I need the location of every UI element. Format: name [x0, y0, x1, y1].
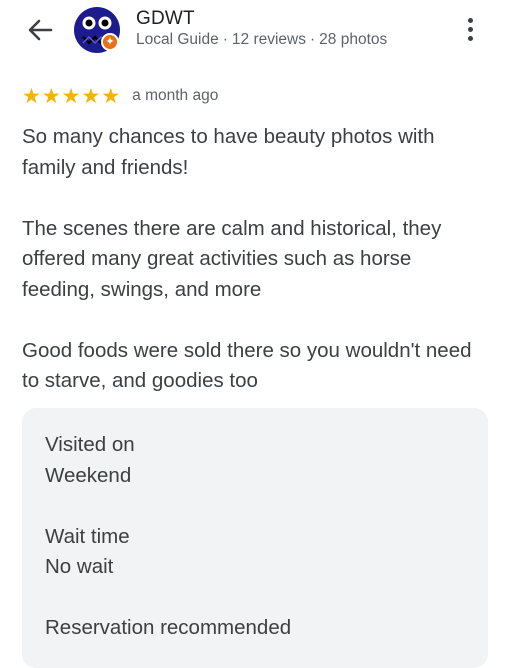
- star-icon: ★: [22, 84, 41, 108]
- review-rating: ★ ★ ★ ★ ★ a month ago: [22, 84, 218, 108]
- visited-on-label: Visited on: [45, 433, 135, 456]
- review-body: So many chances to have beauty photos wi…: [22, 122, 488, 427]
- star-icon: ★: [81, 84, 101, 108]
- review-paragraph: So many chances to have beauty photos wi…: [22, 125, 435, 179]
- review-paragraph: The scenes there are calm and historical…: [22, 216, 442, 301]
- visit-details-card: Visited on Weekend Wait time No wait Res…: [22, 408, 488, 668]
- reservation-label: Reservation recommended: [45, 616, 292, 639]
- star-icon: ★: [101, 84, 121, 108]
- photos-count: 28 photos: [319, 31, 388, 48]
- wait-time-label: Wait time: [45, 525, 130, 548]
- wait-time-value: No wait: [45, 555, 114, 578]
- local-guide-label: Local Guide: [136, 31, 219, 48]
- local-guide-badge-icon: ✦: [101, 33, 119, 51]
- review-time: a month ago: [132, 87, 219, 104]
- user-meta: Local Guide · 12 reviews · 28 photos: [136, 31, 387, 49]
- meta-separator: ·: [222, 31, 228, 48]
- star-icon: ★: [41, 84, 61, 108]
- meta-separator: ·: [310, 31, 316, 48]
- user-name[interactable]: GDWT: [136, 8, 195, 30]
- more-vertical-icon: [467, 17, 473, 23]
- star-rating: ★ ★ ★ ★ ★: [22, 86, 120, 107]
- back-button[interactable]: [22, 14, 58, 46]
- arrow-left-icon: [28, 19, 53, 41]
- star-icon: ★: [61, 84, 81, 108]
- review-header: ✦ GDWT Local Guide · 12 reviews · 28 photos: [0, 0, 510, 64]
- more-options-button[interactable]: [456, 12, 484, 46]
- visited-on-value: Weekend: [45, 464, 132, 487]
- review-paragraph: Good foods were sold there so you wouldn…: [22, 338, 472, 393]
- reviews-count: 12 reviews: [231, 31, 306, 48]
